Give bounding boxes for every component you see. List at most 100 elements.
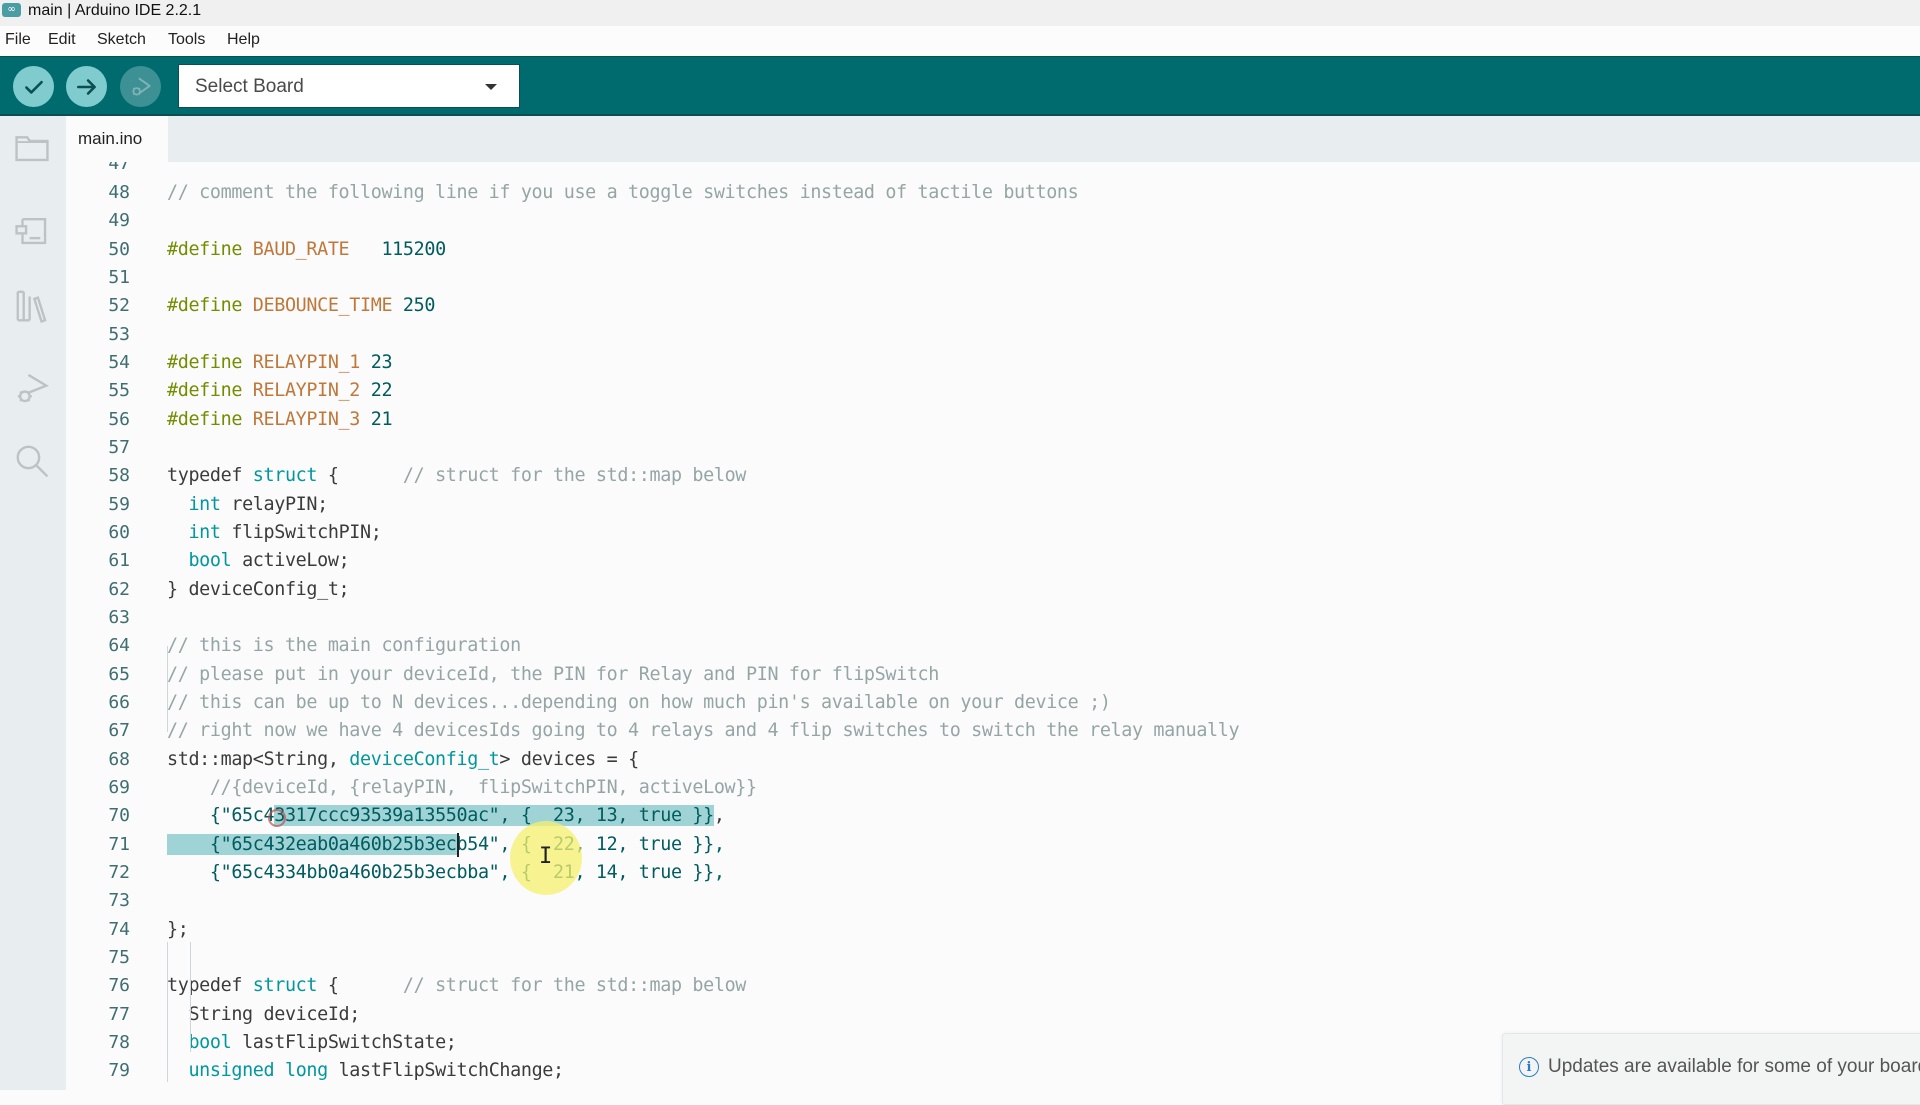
code-text: bool activeLow; [167,547,349,575]
line-number: 61 [108,550,130,572]
code-text: String deviceId; [167,1001,360,1029]
code-editor[interactable]: 47 48 // comment the following line if yo… [66,162,1920,1090]
line-number: 66 [108,691,130,713]
code-line: 62} deviceConfig_t; [66,576,1920,604]
code-text: {"65c43317ccc93539a13550ac", { 23, 13, t… [167,802,725,830]
sidebar-item-boards-manager[interactable] [10,209,54,253]
code-text: // please put in your deviceId, the PIN … [167,661,939,689]
upload-button[interactable] [66,66,107,107]
code-line: 60 int flipSwitchPIN; [66,519,1920,547]
board-selector-dropdown[interactable]: Select Board [178,64,520,108]
line-number: 63 [108,606,130,628]
code-line: 76 typedef struct { // struct for the std… [66,972,1920,1000]
code-token: {"65c4334bb0a460b25b3ecbba", { 21, 14, t… [167,861,725,883]
line-number: 62 [108,578,130,600]
code-token: struct [252,975,318,997]
code-line: 75 [66,944,1920,972]
sidebar-item-search[interactable] [10,439,54,483]
code-line: 63 [66,604,1920,632]
code-token: // this can be up to N devices...dependi… [167,691,1111,713]
menu-help[interactable]: Help [227,31,260,49]
info-icon: i [1519,1057,1539,1077]
debug-play-icon [131,77,151,95]
updates-notification[interactable]: i Updates are available for some of your… [1502,1033,1920,1105]
line-number: 52 [108,295,130,317]
debug-icon [17,373,49,403]
code-text: #define DEBOUNCE_TIME 250 [167,292,435,320]
sidebar-item-sketchbook[interactable] [10,126,54,170]
code-token: struct [252,465,318,487]
code-line: 49 [66,207,1920,235]
tab-label: main.ino [78,129,143,148]
menu-file[interactable]: File [5,31,31,49]
code-line: 66 // this can be up to N devices...depen… [66,689,1920,717]
line-number: 59 [108,493,130,515]
toolbar: Select Board [0,56,1920,116]
code-token: b54", { 22, 12, true }}, [456,833,725,855]
code-token: relayPIN; [220,493,328,515]
code-token: // struct for the std::map below [402,465,747,487]
code-line: 70 {"65c43317ccc93539a13550ac", { 23, 13… [66,802,1920,830]
line-number: 57 [108,436,130,458]
code-token: // this is the main configuration [167,635,521,657]
menu-tools[interactable]: Tools [168,31,205,49]
code-token: RELAYPIN_3 [252,408,361,430]
code-token: unsigned [188,1060,275,1082]
verify-button[interactable] [13,66,54,107]
code-line: 68 std::map<String, deviceConfig_t> devic… [66,746,1920,774]
activity-sidebar [0,116,66,1090]
code-token: , [713,805,725,827]
library-icon [16,290,47,323]
code-text: // right now we have 4 devicesIds going … [167,717,1240,745]
line-number: 49 [108,210,130,232]
code-text: std::map<String, deviceConfig_t> devices… [167,746,639,774]
code-line: 71 {"65c432eab0a460b25b3ecb54", { 22, 12… [66,831,1920,859]
code-token: typedef [167,975,253,997]
code-token: #define [167,408,253,430]
line-number: 78 [108,1031,130,1053]
code-token: 23 [370,351,393,373]
check-icon [24,80,43,94]
window-title: main | Arduino IDE 2.2.1 [28,2,202,19]
tab-main-ino[interactable]: main.ino [66,116,168,162]
code-token: }; [167,918,189,940]
line-number: 75 [108,946,130,968]
debug-button[interactable] [120,66,161,107]
selected-text: 3317ccc93539a13550ac", { 23, 13, true }} [274,805,714,827]
menu-sketch[interactable]: Sketch [97,31,146,49]
line-number: 51 [108,266,130,288]
text-caret [457,832,459,857]
code-text: #define RELAYPIN_2 22 [167,377,393,405]
sidebar-item-debug[interactable] [10,366,54,410]
line-number: 54 [108,351,130,373]
code-token: > devices = { [499,748,639,770]
code-token: lastFlipSwitchChange; [327,1060,565,1082]
code-token: RELAYPIN_2 [252,380,361,402]
arrow-right-icon [76,78,96,95]
code-line: 56 #define RELAYPIN_3 21 [66,406,1920,434]
code-line: 59 int relayPIN; [66,491,1920,519]
line-number: 74 [108,918,130,940]
line-number: 67 [108,720,130,742]
code-token: RELAYPIN_1 [252,351,361,373]
code-text: }; [167,916,189,944]
arduino-infinity-icon: ∞ [2,3,21,17]
code-token: deviceConfig_t [349,748,500,770]
code-token: {"65c4 [167,805,275,827]
line-number: 56 [108,408,130,430]
code-line: 77 String deviceId; [66,1001,1920,1029]
code-text: typedef struct { // struct for the std::… [167,462,746,490]
sidebar-item-library-manager[interactable] [10,284,54,328]
code-token: typedef [167,465,253,487]
code-line: 65 // please put in your deviceId, the PI… [66,661,1920,689]
menu-edit[interactable]: Edit [48,31,76,49]
code-text: // comment the following line if you use… [167,179,1079,207]
line-number: 60 [108,521,130,543]
code-text: {"65c4334bb0a460b25b3ecbba", { 21, 14, t… [167,859,725,887]
code-text: #define RELAYPIN_3 21 [167,406,393,434]
folder-icon [15,136,49,162]
